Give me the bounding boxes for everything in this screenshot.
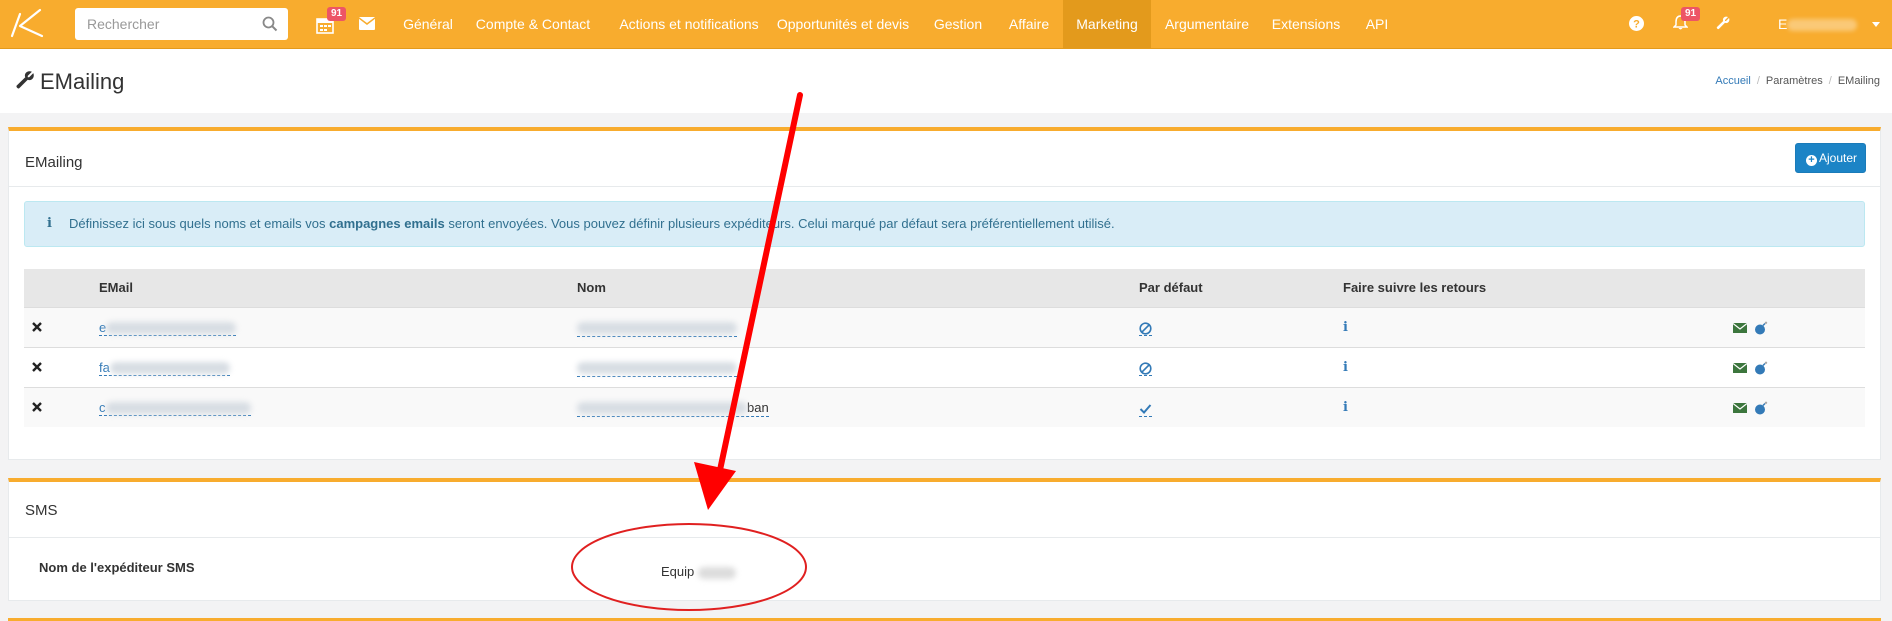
sender-name[interactable]: ban: [577, 399, 769, 417]
forward-info-icon[interactable]: i: [1343, 400, 1348, 415]
bomb-icon[interactable]: [1754, 401, 1768, 415]
breadcrumb-accueil[interactable]: Accueil: [1715, 75, 1750, 87]
app-logo[interactable]: [6, 6, 46, 42]
table-row: c ban i: [24, 386, 1865, 427]
help-icon[interactable]: ?: [1629, 16, 1644, 31]
plus-circle-icon: +: [1805, 155, 1817, 166]
nav-compte-contact[interactable]: Compte & Contact: [470, 0, 596, 48]
add-button-label: Ajouter: [1818, 151, 1857, 165]
sms-panel: SMS Nom de l'expéditeur SMS Equip: [8, 478, 1881, 601]
nav-api[interactable]: API: [1362, 0, 1392, 48]
sender-name[interactable]: [577, 319, 737, 337]
envelope-icon[interactable]: [1733, 403, 1747, 414]
nav-extensions[interactable]: Extensions: [1268, 0, 1344, 48]
envelope-icon[interactable]: [1733, 362, 1747, 373]
bomb-icon[interactable]: [1754, 361, 1768, 375]
breadcrumb-parametres[interactable]: Paramètres: [1766, 75, 1823, 87]
next-panel-edge: [0, 614, 1892, 621]
info-alert: i Définissez ici sous quels noms et emai…: [24, 201, 1865, 247]
user-initial: E: [1778, 16, 1788, 32]
default-toggle[interactable]: [1139, 319, 1152, 337]
bomb-icon[interactable]: [1754, 321, 1768, 335]
delete-x-icon[interactable]: [32, 321, 42, 332]
user-name-redacted: [1787, 19, 1858, 32]
email-link[interactable]: e: [99, 319, 237, 336]
sms-sender-label: Nom de l'expéditeur SMS: [39, 560, 195, 575]
table-row: fa i: [24, 346, 1865, 387]
breadcrumb: Accueil / Paramètres / EMailing: [1715, 75, 1880, 87]
breadcrumb-current: EMailing: [1837, 75, 1880, 87]
nav-marketing[interactable]: Marketing: [1063, 0, 1151, 48]
ban-icon: [1139, 321, 1152, 335]
sender-name[interactable]: [577, 359, 737, 377]
page-header: EMailing Accueil / Paramètres / EMailing: [0, 49, 1892, 113]
default-toggle[interactable]: [1139, 359, 1152, 377]
search-box: [75, 8, 288, 40]
nav-gestion[interactable]: Gestion: [926, 0, 990, 48]
forward-info-icon[interactable]: i: [1343, 320, 1348, 335]
column-header-par-defaut[interactable]: Par défaut: [1139, 269, 1343, 308]
bell-badge: 91: [1681, 7, 1701, 21]
chevron-down-icon[interactable]: [1872, 22, 1880, 27]
delete-x-icon[interactable]: [32, 401, 42, 412]
column-header-nom[interactable]: Nom: [577, 269, 1139, 308]
search-input[interactable]: [75, 8, 245, 40]
emailing-panel-title: EMailing: [25, 154, 83, 171]
table-row: e i: [24, 306, 1865, 347]
column-header-faire-suivre[interactable]: Faire suivre les retours: [1343, 269, 1733, 308]
sms-panel-title: SMS: [25, 502, 58, 519]
calendar-badge: 91: [327, 7, 347, 21]
emailing-panel: EMailing + Ajouter i Définissez ici sous …: [8, 127, 1881, 460]
nav-argumentaire[interactable]: Argumentaire: [1158, 0, 1256, 48]
envelope-icon[interactable]: [1733, 322, 1747, 333]
nav-general[interactable]: Général: [394, 0, 462, 48]
sms-sender-value[interactable]: Equip: [661, 564, 736, 579]
envelope-icon[interactable]: [359, 17, 375, 30]
forward-info-icon[interactable]: i: [1343, 360, 1348, 375]
page-title: EMailing: [40, 69, 125, 94]
wrench-icon[interactable]: [1715, 15, 1731, 31]
check-icon: [1139, 404, 1152, 414]
email-link[interactable]: c: [99, 399, 251, 416]
delete-x-icon[interactable]: [32, 361, 42, 372]
emailing-table: EMail Nom Par défaut Faire suivre les re…: [24, 269, 1865, 427]
nav-opportunites-devis[interactable]: Opportunités et devis: [774, 0, 912, 48]
user-menu[interactable]: E: [1778, 0, 1858, 48]
top-navbar: 91 Général Compte & Contact Actions et n…: [0, 0, 1892, 49]
svg-text:?: ?: [1633, 19, 1640, 31]
add-button[interactable]: + Ajouter: [1794, 143, 1866, 173]
info-text-suffix: seront envoyées. Vous pouvez définir plu…: [444, 216, 1115, 231]
search-icon[interactable]: [262, 16, 278, 32]
info-icon: i: [47, 216, 52, 231]
nav-affaire[interactable]: Affaire: [1000, 0, 1058, 48]
nav-actions-notifications[interactable]: Actions et notifications: [604, 0, 774, 48]
ban-icon: [1139, 361, 1152, 375]
wrench-title-icon: [16, 71, 34, 89]
default-toggle[interactable]: [1139, 399, 1152, 417]
info-text-bold: campagnes emails: [329, 216, 445, 231]
column-header-email[interactable]: EMail: [99, 269, 577, 308]
info-text-prefix: Définissez ici sous quels noms et emails…: [69, 216, 330, 231]
email-link[interactable]: fa: [99, 359, 230, 376]
